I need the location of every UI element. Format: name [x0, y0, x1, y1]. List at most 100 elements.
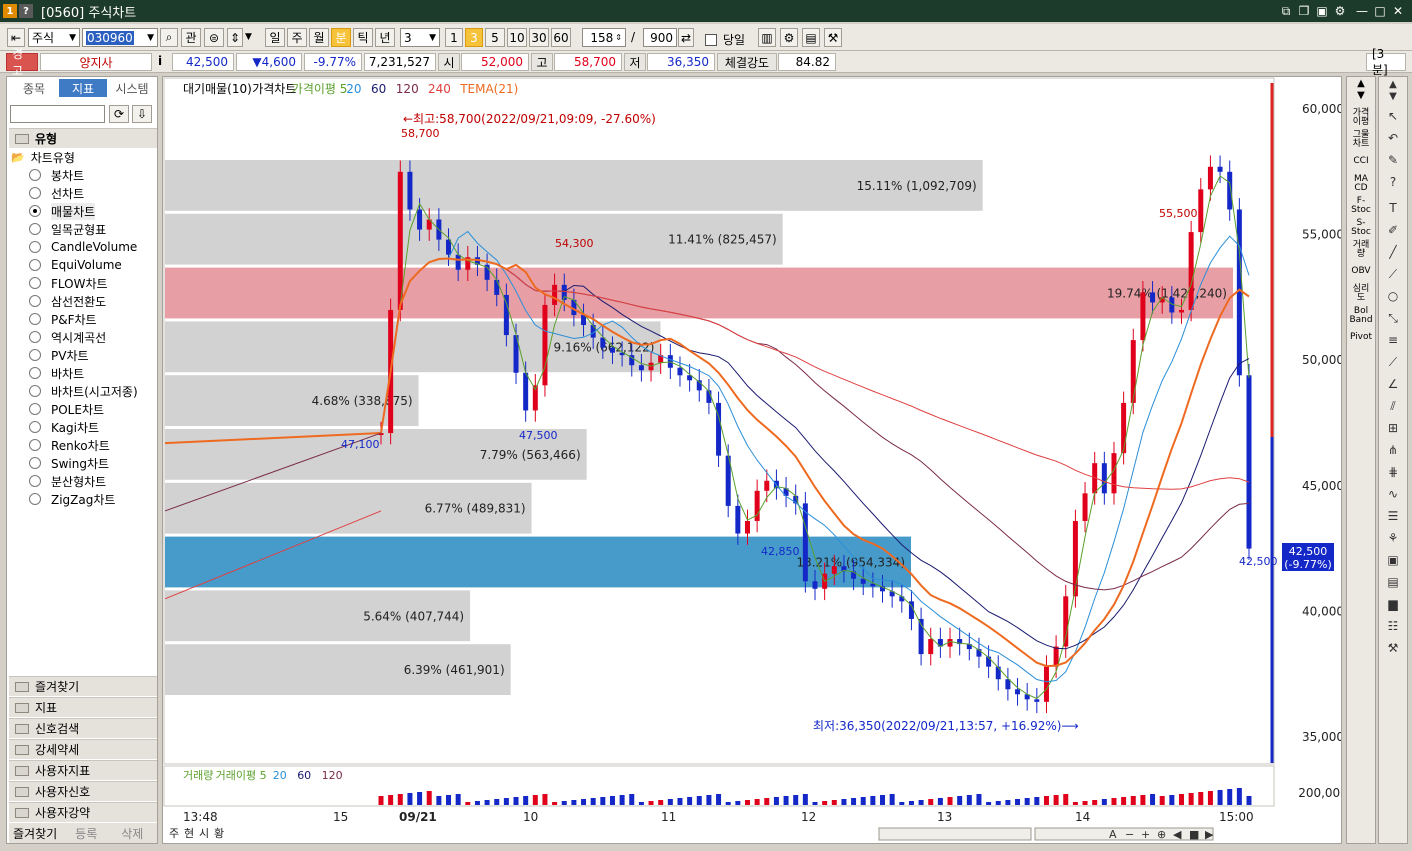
- fan-icon[interactable]: ⋔: [1383, 443, 1403, 461]
- copy-window-icon[interactable]: ❐: [1296, 3, 1312, 19]
- chart-type-option[interactable]: 매물차트: [29, 202, 96, 220]
- sync-icon[interactable]: ⊜: [204, 28, 224, 47]
- list-icon[interactable]: ☷: [1383, 619, 1403, 637]
- close-icon[interactable]: ✕: [1390, 3, 1406, 19]
- cycle-icon[interactable]: ☰: [1383, 509, 1403, 527]
- window-number-badge[interactable]: 1: [3, 4, 17, 18]
- cursor-icon[interactable]: ↖: [1383, 109, 1403, 127]
- wave-icon[interactable]: ∿: [1383, 487, 1403, 505]
- link-icon[interactable]: ⧉: [1278, 3, 1294, 19]
- period-minute[interactable]: 분: [331, 28, 351, 47]
- quick-10[interactable]: 10: [507, 28, 527, 47]
- grid-icon[interactable]: ⊞: [1383, 421, 1403, 439]
- erase-all-icon[interactable]: ✎: [1383, 153, 1403, 171]
- chart-type-option[interactable]: POLE차트: [29, 400, 104, 418]
- total-input[interactable]: 900: [643, 28, 677, 47]
- undo-icon[interactable]: ↶: [1383, 131, 1403, 149]
- chart-type-option[interactable]: 바차트(시고저종): [29, 382, 138, 400]
- chart-type-group[interactable]: 📂 차트유형: [11, 148, 75, 166]
- psychological-button[interactable]: 심리 도: [1349, 285, 1373, 303]
- indicator-search-input[interactable]: [10, 105, 105, 123]
- scroll-down-icon[interactable]: ▼: [1383, 91, 1403, 109]
- reset-icon[interactable]: ⊕: [1157, 828, 1166, 841]
- line-icon[interactable]: ╱: [1383, 245, 1403, 263]
- tab-system[interactable]: 시스템: [107, 79, 157, 97]
- chart-type-option[interactable]: 일목균형표: [29, 220, 106, 238]
- stock-code-input[interactable]: 030960 ▼: [82, 28, 158, 47]
- circle-icon[interactable]: ○: [1383, 289, 1403, 307]
- chart-svg[interactable]: 15.11% (1,092,709) 11.41% (825,457) 19.74%…: [163, 77, 1348, 843]
- zoom-out-icon[interactable]: −: [1125, 828, 1134, 841]
- auto-icon[interactable]: ⚘: [1383, 531, 1403, 549]
- type-header[interactable]: 유형: [9, 128, 157, 148]
- volume-button[interactable]: 거래 량: [1349, 241, 1373, 259]
- scroll-up-icon[interactable]: ▲: [1349, 79, 1373, 89]
- quick-5[interactable]: 5: [485, 28, 505, 47]
- info-icon[interactable]: i: [158, 54, 162, 68]
- wrench-icon[interactable]: ⚒: [1383, 641, 1403, 659]
- folder-item[interactable]: 사용자강약: [9, 802, 157, 822]
- angle-icon[interactable]: ∠: [1383, 377, 1403, 395]
- period-tick[interactable]: 틱: [353, 28, 373, 47]
- pivot-button[interactable]: Pivot: [1349, 333, 1373, 342]
- refresh-icon[interactable]: ⟳: [109, 105, 129, 123]
- folder-item[interactable]: 사용자신호: [9, 781, 157, 801]
- count-input[interactable]: 158 ⇕: [582, 28, 626, 47]
- trend-icon[interactable]: ⟋: [1383, 355, 1403, 373]
- chart-type-option[interactable]: Kagi차트: [29, 418, 99, 436]
- question-icon[interactable]: ?: [1383, 175, 1403, 193]
- folder-item[interactable]: 즐겨찾기: [9, 676, 157, 696]
- quick-30[interactable]: 30: [529, 28, 549, 47]
- next-icon[interactable]: ▶: [1205, 828, 1214, 841]
- price-ma-button[interactable]: 가격 이평: [1349, 109, 1373, 127]
- bar-chart-icon[interactable]: ▆: [1383, 597, 1403, 615]
- chart-type-option[interactable]: PV차트: [29, 346, 89, 364]
- cci-button[interactable]: CCI: [1349, 157, 1373, 166]
- folder-item[interactable]: 사용자지표: [9, 760, 157, 780]
- maximize-icon[interactable]: □: [1372, 3, 1388, 19]
- capture-icon[interactable]: ▣: [1314, 3, 1330, 19]
- quick-3[interactable]: 3: [465, 28, 483, 47]
- chart-type-option[interactable]: Renko차트: [29, 436, 110, 454]
- download-icon[interactable]: ⇩: [132, 105, 152, 123]
- period-week[interactable]: 주: [287, 28, 307, 47]
- apply-icon[interactable]: ⇄: [678, 28, 694, 47]
- search-icon[interactable]: ⌕: [160, 28, 178, 47]
- folder-item[interactable]: 강세약세: [9, 739, 157, 759]
- period-month[interactable]: 월: [309, 28, 329, 47]
- gann-icon[interactable]: ⋕: [1383, 465, 1403, 483]
- chart-type-option[interactable]: 선차트: [29, 184, 84, 202]
- period-year[interactable]: 년: [375, 28, 395, 47]
- help-badge[interactable]: ?: [19, 4, 33, 18]
- chart-type-option[interactable]: EquiVolume: [29, 256, 122, 274]
- quick-1[interactable]: 1: [445, 28, 463, 47]
- chart-type-option[interactable]: ZigZag차트: [29, 490, 115, 508]
- chart-type-option[interactable]: P&F차트: [29, 310, 97, 328]
- chart-type-option[interactable]: 역시계곡선: [29, 328, 106, 346]
- chart-panel[interactable]: 15.11% (1,092,709) 11.41% (825,457) 19.74%…: [162, 76, 1348, 844]
- text-icon[interactable]: T: [1383, 201, 1403, 219]
- f-stoc-button[interactable]: F- Stoc: [1349, 197, 1373, 215]
- chart-type-option[interactable]: 봉차트: [29, 166, 84, 184]
- interval-select[interactable]: 3 ▼: [400, 28, 440, 47]
- chart-type-option[interactable]: FLOW차트: [29, 274, 108, 292]
- chart-type-option[interactable]: 바차트: [29, 364, 84, 382]
- macd-button[interactable]: MA CD: [1349, 175, 1373, 193]
- zoom-in-icon[interactable]: +: [1141, 828, 1150, 841]
- gwan-button[interactable]: 관: [181, 28, 201, 47]
- settings-icon[interactable]: ⚙: [1332, 3, 1348, 19]
- bollinger-button[interactable]: Bol Band: [1349, 307, 1373, 325]
- register-button[interactable]: 등록: [75, 825, 97, 842]
- today-checkbox[interactable]: 당일: [705, 31, 745, 48]
- font-icon[interactable]: A: [1109, 828, 1117, 841]
- favorites-button[interactable]: 즐겨찾기: [13, 825, 57, 842]
- period-day[interactable]: 일: [265, 28, 285, 47]
- pencil-icon[interactable]: ✐: [1383, 223, 1403, 241]
- obv-button[interactable]: OBV: [1349, 267, 1373, 276]
- prev-icon[interactable]: ◀: [1173, 828, 1182, 841]
- tab-stock[interactable]: 종목: [9, 79, 59, 97]
- folder-item[interactable]: 지표: [9, 697, 157, 717]
- quick-60[interactable]: 60: [551, 28, 571, 47]
- minimize-icon[interactable]: —: [1354, 3, 1370, 19]
- channel-icon[interactable]: ⤡: [1383, 311, 1403, 329]
